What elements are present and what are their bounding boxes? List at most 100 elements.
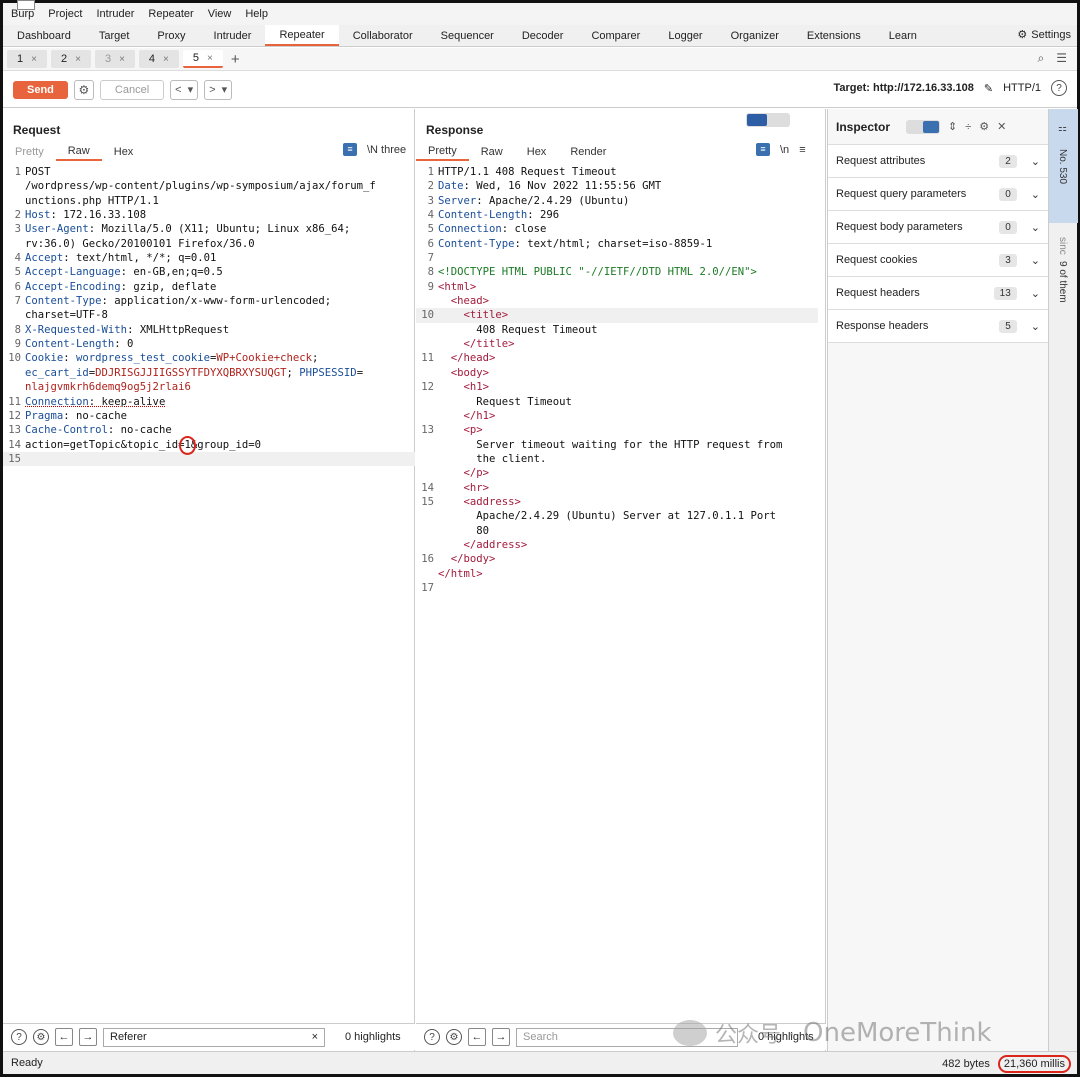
search-value: Referer — [110, 1031, 147, 1043]
format-icon[interactable]: ≡ — [343, 143, 357, 156]
status-right: 482 bytes 21,360 millis — [942, 1055, 1071, 1073]
search-input[interactable]: Search — [516, 1027, 738, 1047]
request-tab-4[interactable]: 4 × — [138, 50, 179, 68]
side-by-side-icon[interactable] — [747, 114, 767, 126]
gear-icon[interactable]: ⚙ — [979, 120, 989, 133]
tab-pretty[interactable]: Pretty — [3, 143, 56, 161]
tab-proxy[interactable]: Proxy — [143, 25, 199, 46]
tab-render[interactable]: Render — [558, 143, 618, 161]
inspector-section[interactable]: Request attributes 2 ⌄ — [828, 145, 1048, 178]
previous-match-button[interactable]: ← — [55, 1028, 73, 1046]
menu-project[interactable]: Project — [48, 8, 82, 20]
tab-hex[interactable]: Hex — [515, 143, 559, 161]
forward-button[interactable]: > ▾ — [204, 79, 233, 100]
chevron-down-icon[interactable]: ⌄ — [1031, 254, 1040, 267]
gear-icon[interactable]: ⚙ — [33, 1029, 49, 1045]
line-content: </head> — [438, 351, 496, 365]
send-button[interactable]: Send — [13, 80, 68, 99]
request-search-bar: ? ⚙ ← → Referer × 0 highlights — [3, 1023, 415, 1050]
tab-hex[interactable]: Hex — [102, 143, 146, 161]
tab-learn[interactable]: Learn — [875, 25, 931, 46]
request-pane: Request Pretty Raw Hex ≡ \N three 1 POST /… — [3, 109, 415, 1051]
request-tab-1[interactable]: 1 × — [7, 50, 47, 68]
inspector-section[interactable]: Response headers 5 ⌄ — [828, 310, 1048, 343]
help-icon[interactable]: ? — [11, 1029, 27, 1045]
side-panel-item-inspector[interactable]: ⚏ No. 530 — [1049, 109, 1078, 223]
tab-organizer[interactable]: Organizer — [717, 25, 793, 46]
newline-toggle[interactable]: \n — [780, 144, 789, 156]
tab-target[interactable]: Target — [85, 25, 144, 46]
chevron-down-icon[interactable]: ⌄ — [1031, 320, 1040, 333]
tab-dashboard[interactable]: Dashboard — [3, 25, 85, 46]
chevron-down-icon[interactable]: ⌄ — [1031, 221, 1040, 234]
tab-raw[interactable]: Raw — [469, 143, 515, 161]
inspector-layout-toggle[interactable] — [906, 119, 941, 134]
request-tab-5[interactable]: 5 × — [182, 50, 223, 68]
previous-match-button[interactable]: ← — [468, 1028, 486, 1046]
code-token: : Apache/2.4.29 (Ubuntu) — [476, 194, 630, 207]
menu-help[interactable]: Help — [245, 8, 268, 20]
settings-button[interactable]: ⚙ Settings — [1017, 28, 1071, 42]
code-line: 5 Connection: close — [416, 222, 818, 236]
list-view-icon[interactable] — [907, 121, 923, 133]
add-tab-button[interactable]: + — [231, 51, 240, 68]
request-tab-3[interactable]: 3 × — [94, 50, 135, 68]
tab-comparer[interactable]: Comparer — [577, 25, 654, 46]
close-icon[interactable]: × — [31, 54, 37, 65]
pencil-icon[interactable]: ✎ — [984, 82, 993, 95]
tab-raw[interactable]: Raw — [55, 143, 102, 161]
collapse-all-icon[interactable]: ÷ — [965, 121, 971, 133]
request-editor[interactable]: 1 POST/wordpress/wp-content/plugins/wp-sy… — [3, 165, 415, 467]
tab-decoder[interactable]: Decoder — [508, 25, 578, 46]
menu-view[interactable]: View — [208, 8, 232, 20]
line-content: Apache/2.4.29 (Ubuntu) Server at 127.0.1… — [438, 509, 776, 523]
help-icon[interactable]: ? — [424, 1029, 440, 1045]
line-number: 4 — [427, 209, 434, 222]
tab-intruder[interactable]: Intruder — [200, 25, 266, 46]
close-icon[interactable]: × — [119, 54, 125, 65]
help-icon[interactable]: ? — [1051, 80, 1067, 96]
panel-view-icon[interactable] — [923, 120, 940, 133]
tab-repeater[interactable]: Repeater — [265, 25, 339, 46]
http-version[interactable]: HTTP/1 — [1003, 82, 1041, 94]
stacked-icon[interactable] — [769, 114, 789, 126]
chevron-down-icon[interactable]: ⌄ — [1031, 188, 1040, 201]
tab-logger[interactable]: Logger — [654, 25, 716, 46]
send-options-button[interactable]: ⚙ — [73, 79, 94, 100]
close-icon[interactable]: × — [163, 54, 169, 65]
inspector-section[interactable]: Request headers 13 ⌄ — [828, 277, 1048, 310]
request-tab-2[interactable]: 2 × — [50, 50, 91, 68]
inspector-title: Inspector — [836, 119, 891, 134]
tab-pretty[interactable]: Pretty — [416, 143, 469, 161]
close-icon[interactable]: × — [75, 54, 81, 65]
menu-intruder[interactable]: Intruder — [97, 8, 135, 20]
next-match-button[interactable]: → — [79, 1028, 97, 1046]
chevron-down-icon[interactable]: ⌄ — [1031, 287, 1040, 300]
search-icon[interactable]: ⌕ — [1038, 51, 1045, 66]
response-editor[interactable]: 1 HTTP/1.1 408 Request Timeout 2 Date: Wed,… — [416, 165, 818, 595]
tab-collaborator[interactable]: Collaborator — [339, 25, 427, 46]
close-icon[interactable]: ✕ — [997, 120, 1006, 133]
next-match-button[interactable]: → — [492, 1028, 510, 1046]
inspector-section[interactable]: Request body parameters 0 ⌄ — [828, 211, 1048, 244]
inspector-section[interactable]: Request cookies 3 ⌄ — [828, 244, 1048, 277]
menu-repeater[interactable]: Repeater — [148, 8, 193, 20]
menu-icon[interactable]: ≡ — [799, 144, 805, 156]
expand-all-icon[interactable]: ⇕ — [948, 120, 957, 133]
layout-toggle[interactable] — [746, 113, 790, 127]
clear-search-icon[interactable]: × — [312, 1031, 318, 1043]
back-button[interactable]: < ▾ — [170, 79, 199, 100]
status-text: Ready — [11, 1057, 43, 1069]
format-icon[interactable]: ≡ — [756, 143, 770, 156]
inspector-section[interactable]: Request query parameters 0 ⌄ — [828, 178, 1048, 211]
line-number: 2 — [14, 209, 21, 222]
tab-extensions[interactable]: Extensions — [793, 25, 875, 46]
layout-icon[interactable]: ☰ — [1056, 51, 1067, 66]
newline-toggle[interactable]: \N three — [367, 144, 406, 156]
gear-icon[interactable]: ⚙ — [446, 1029, 462, 1045]
tab-sequencer[interactable]: Sequencer — [427, 25, 508, 46]
close-icon[interactable]: × — [207, 53, 213, 64]
chevron-down-icon[interactable]: ⌄ — [1031, 155, 1040, 168]
cancel-button[interactable]: Cancel — [99, 79, 165, 100]
search-input[interactable]: Referer × — [103, 1027, 325, 1047]
